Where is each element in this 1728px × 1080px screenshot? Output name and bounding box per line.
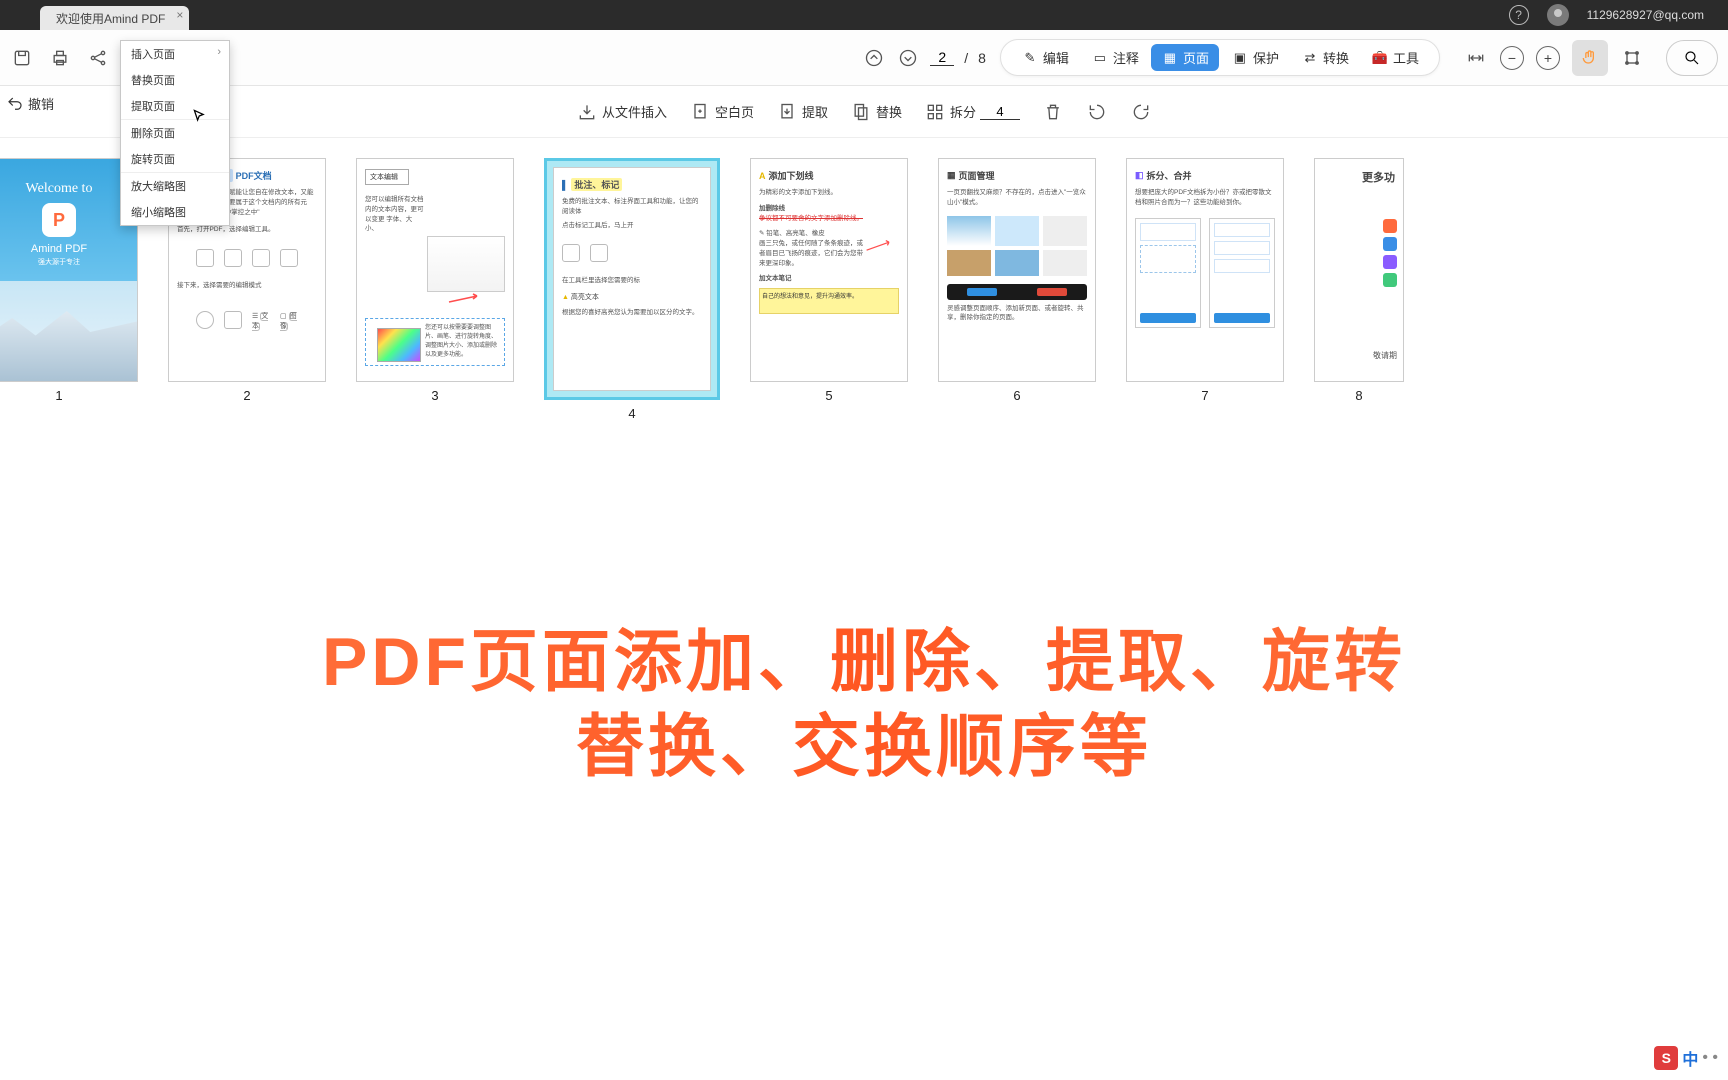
print-icon[interactable] — [48, 46, 72, 70]
save-icon[interactable] — [10, 46, 34, 70]
import-icon — [576, 101, 598, 123]
cover-appname: Amind PDF — [31, 243, 87, 255]
thumb-4[interactable]: ▌批注、标记 免费的批注文本、标注界面工具和功能，让您的阅读体 点击标记工具后，… — [544, 158, 720, 421]
mode-switcher: ✎编辑 ▭注释 ▦页面 ▣保护 ⇄转换 🧰工具 — [1000, 39, 1440, 76]
thumb-8[interactable]: 更多功 敬请期 8 — [1314, 158, 1404, 421]
replace-button[interactable]: 替换 — [850, 101, 902, 123]
app-logo-icon — [42, 203, 76, 237]
replace-icon — [850, 101, 872, 123]
titlebar: 欢迎使用Amind PDF × ? 1129628927@qq.com — [0, 0, 1728, 30]
mode-protect[interactable]: ▣保护 — [1221, 44, 1289, 71]
user-email: 1129628927@qq.com — [1587, 8, 1704, 22]
toolbox-icon: 🧰 — [1371, 49, 1389, 67]
close-icon[interactable]: × — [176, 8, 183, 22]
convert-icon: ⇄ — [1301, 49, 1319, 67]
document-tab[interactable]: 欢迎使用Amind PDF × — [40, 6, 189, 30]
ctx-delete[interactable]: 删除页面 — [121, 138, 229, 146]
split-button[interactable]: 拆分 — [924, 101, 1020, 123]
mode-tools[interactable]: 🧰工具 — [1361, 44, 1429, 71]
insert-from-file-button[interactable]: 从文件插入 — [576, 101, 667, 123]
thumb-7[interactable]: ◧拆分、合并 想要把庞大的PDF文档拆为小份？亦或把零散文档和照片合而为一？这些… — [1126, 158, 1284, 421]
note-icon: ▭ — [1091, 49, 1109, 67]
context-menu: 插入页面 替换页面 提取页面 删除页面 旋转页面 放大缩略图 缩小缩略图 — [120, 138, 230, 226]
zoom-in-button[interactable]: + — [1536, 46, 1560, 70]
shield-icon: ▣ — [1231, 49, 1249, 67]
page-sep: / — [964, 50, 968, 66]
gradient-swatch — [377, 328, 421, 362]
page-ops-toolbar: 撤销 从文件插入 空白页 提取 替换 拆分 — [0, 86, 1728, 138]
thumb-6[interactable]: ▦页面管理 一页页翻找又麻烦？不存在的，点击进入"一览众山小"模式。 灵感调整页… — [938, 158, 1096, 421]
ime-badge-icon: S — [1654, 1046, 1678, 1070]
pencil-icon: ✎ — [1021, 49, 1039, 67]
ctx-zoom-out[interactable]: 缩小缩略图 — [121, 199, 229, 225]
crop-icon[interactable] — [1620, 46, 1644, 70]
thumb-3[interactable]: 文本编辑 您可以编辑所有文档内的文本内容，更可以变更 字体、大小、 您还可以按需… — [356, 158, 514, 421]
page-down-icon[interactable] — [896, 46, 920, 70]
mode-edit[interactable]: ✎编辑 — [1011, 44, 1079, 71]
share-icon[interactable] — [86, 46, 110, 70]
ctx-rotate[interactable]: 旋转页面 — [121, 146, 229, 172]
blank-page-button[interactable]: 空白页 — [689, 101, 754, 123]
extract-button[interactable]: 提取 — [776, 101, 828, 123]
feature-caption: PDF页面添加、删除、提取、旋转 替换、交换顺序等 — [0, 620, 1728, 790]
main-toolbar: / 8 ✎编辑 ▭注释 ▦页面 ▣保护 ⇄转换 🧰工具 − + — [0, 30, 1728, 86]
page-up-icon[interactable] — [862, 46, 886, 70]
ime-indicator[interactable]: S 中 • • — [1654, 1046, 1718, 1070]
rotate-right-icon[interactable] — [1130, 101, 1152, 123]
help-icon[interactable]: ? — [1509, 5, 1529, 25]
undo-button[interactable]: 撤销 — [6, 94, 54, 113]
mode-convert[interactable]: ⇄转换 — [1291, 44, 1359, 71]
view-controls: − + — [1464, 40, 1644, 76]
page-current-input[interactable] — [930, 49, 954, 66]
mode-page[interactable]: ▦页面 — [1151, 44, 1219, 71]
delete-icon[interactable] — [1042, 101, 1064, 123]
mode-annotate[interactable]: ▭注释 — [1081, 44, 1149, 71]
thumbnail-strip: Welcome to Amind PDF 强大源于专注 1 ✎轻松编辑PDF文档… — [0, 138, 1728, 421]
zoom-out-button[interactable]: − — [1500, 46, 1524, 70]
page-total: 8 — [978, 50, 986, 66]
avatar[interactable] — [1547, 4, 1569, 26]
thumb-5[interactable]: A添加下划线 为精彩的文字添加下划线。 加删除线 争议都不可要舍的文字添加删除线… — [750, 158, 908, 421]
split-count-input[interactable] — [980, 104, 1020, 120]
blank-page-icon — [689, 101, 711, 123]
rotate-left-icon[interactable] — [1086, 101, 1108, 123]
cover-welcome: Welcome to — [26, 181, 93, 197]
ime-lang: 中 — [1682, 1046, 1698, 1070]
ctx-zoom-in[interactable]: 放大缩略图 — [121, 172, 229, 199]
split-icon — [924, 101, 946, 123]
thumb-1[interactable]: Welcome to Amind PDF 强大源于专注 1 — [0, 158, 138, 421]
tab-title: 欢迎使用Amind PDF — [56, 10, 165, 27]
extract-icon — [776, 101, 798, 123]
fit-width-icon[interactable] — [1464, 46, 1488, 70]
page-navigator: / 8 — [862, 46, 986, 70]
search-input[interactable] — [1666, 40, 1718, 76]
hand-tool[interactable] — [1572, 40, 1608, 76]
grid-icon: ▦ — [1161, 49, 1179, 67]
